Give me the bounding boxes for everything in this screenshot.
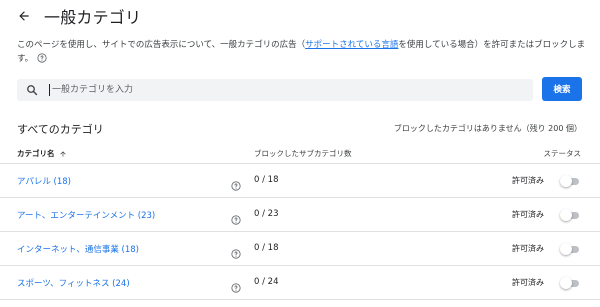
table-row: アート、エンターテインメント (23) 0 / 23 許可済み: [0, 198, 600, 232]
search-bar: [17, 79, 533, 101]
arrow-back-icon[interactable]: [16, 8, 32, 24]
category-name-link[interactable]: インターネット、通信事業 (18): [17, 243, 139, 255]
status-text: 許可済み: [512, 210, 544, 219]
table-row: アパレル (18) 0 / 18 許可済み: [0, 164, 600, 198]
column-header-subcategories: ブロックしたサブカテゴリ数: [254, 149, 352, 158]
category-name-link[interactable]: アート、エンターテインメント (23): [17, 209, 155, 221]
category-name-link[interactable]: スポーツ、フィットネス (24): [17, 277, 130, 289]
help-circle-icon[interactable]: [231, 176, 241, 191]
table-header: カテゴリ名 ブロックしたサブカテゴリ数 ステータス: [0, 144, 600, 164]
toggle-knob: [560, 175, 572, 187]
help-circle-icon[interactable]: [231, 278, 241, 293]
table-row: インターネット、通信事業 (18) 0 / 18 許可済み: [0, 232, 600, 266]
column-header-status: ステータス: [543, 149, 582, 158]
allow-toggle[interactable]: [560, 242, 580, 256]
status-text: 許可済み: [512, 176, 544, 185]
status-text: 許可済み: [512, 244, 544, 253]
allow-toggle[interactable]: [560, 208, 580, 222]
arrow-up-icon: [59, 150, 67, 158]
toggle-knob: [560, 209, 572, 221]
allow-toggle[interactable]: [560, 276, 580, 290]
page-description: このページを使用し、サイトでの広告表示について、一般カテゴリの広告（サポートされ…: [17, 38, 587, 68]
toggle-knob: [560, 243, 572, 255]
description-text-before: このページを使用し、サイトでの広告表示について、一般カテゴリの広告（: [17, 40, 306, 50]
category-search-input[interactable]: [49, 84, 509, 96]
supported-languages-link[interactable]: サポートされている言語: [305, 40, 398, 50]
blocked-subcategory-count: 0 / 18: [254, 175, 279, 185]
column-header-name-label: カテゴリ名: [17, 149, 55, 158]
page-title: 一般カテゴリ: [44, 8, 142, 27]
help-circle-icon[interactable]: [231, 210, 241, 225]
blocked-subcategory-count: 0 / 23: [254, 209, 279, 219]
section-title: すべてのカテゴリ: [17, 123, 104, 136]
table-row: スポーツ、フィットネス (24) 0 / 24 許可済み: [0, 266, 600, 300]
allow-toggle[interactable]: [560, 174, 580, 188]
search-button[interactable]: 検索: [542, 77, 582, 101]
page-header: 一般カテゴリ: [16, 6, 142, 27]
blocked-count-info: ブロックしたカテゴリはありません（残り 200 個）: [393, 124, 582, 133]
help-circle-icon[interactable]: [231, 244, 241, 259]
category-name-link[interactable]: アパレル (18): [17, 175, 71, 187]
toggle-knob: [560, 277, 572, 289]
blocked-subcategory-count: 0 / 24: [254, 277, 279, 287]
column-header-name[interactable]: カテゴリ名: [17, 148, 67, 159]
blocked-subcategory-count: 0 / 18: [254, 243, 279, 253]
search-icon: [25, 83, 39, 97]
help-circle-icon[interactable]: [37, 53, 47, 68]
status-text: 許可済み: [512, 278, 544, 287]
